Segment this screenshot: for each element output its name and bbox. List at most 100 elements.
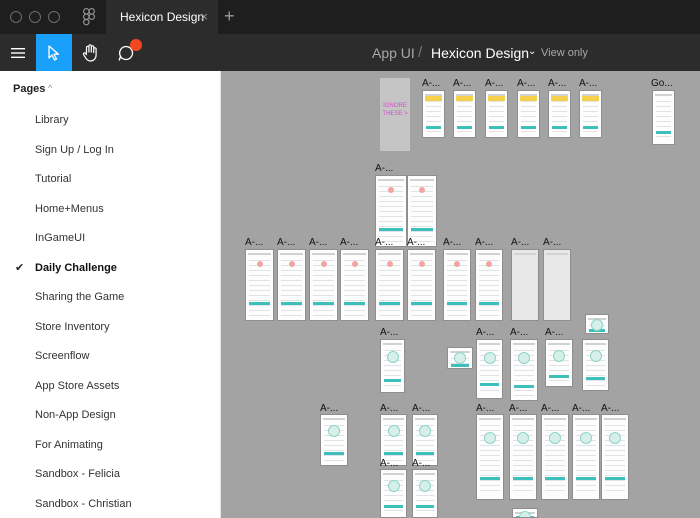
screen-frame[interactable] bbox=[277, 249, 306, 321]
frame-name-label[interactable]: A-... bbox=[475, 238, 493, 248]
frame-name-label[interactable]: A-... bbox=[412, 404, 430, 414]
breadcrumb: App UI / Hexicon Design ⌄ View only bbox=[0, 34, 700, 71]
page-item[interactable]: For Animating bbox=[0, 429, 220, 459]
frame-name-label[interactable]: A-... bbox=[511, 238, 529, 248]
frame-name-label[interactable]: A-... bbox=[517, 79, 535, 89]
figma-logo-icon[interactable] bbox=[83, 8, 95, 26]
frame-name-label[interactable]: A-... bbox=[485, 79, 503, 89]
screen-frame[interactable] bbox=[340, 249, 369, 321]
file-name-dropdown[interactable]: Hexicon Design bbox=[431, 45, 529, 61]
page-item[interactable]: Store Inventory bbox=[0, 311, 220, 341]
frame-name-label[interactable]: A-... bbox=[543, 238, 561, 248]
frame-name-label[interactable]: A-... bbox=[572, 404, 590, 414]
project-name-link[interactable]: App UI bbox=[372, 45, 415, 61]
page-item[interactable]: Library bbox=[0, 104, 220, 134]
pages-header[interactable]: Pages bbox=[13, 83, 45, 95]
screen-frame[interactable] bbox=[582, 339, 609, 391]
screen-frame[interactable] bbox=[309, 249, 338, 321]
screen-frame[interactable] bbox=[245, 249, 274, 321]
screen-frame[interactable] bbox=[548, 90, 571, 138]
page-item[interactable]: Screenflow bbox=[0, 340, 220, 370]
frame-name-label[interactable]: A-... bbox=[476, 328, 494, 338]
design-canvas[interactable]: IGNORE THESE > A-... A-... A-... A-... A-...… bbox=[221, 71, 700, 518]
frame-name-label[interactable]: A-... bbox=[545, 328, 563, 338]
frame-hex-graphic bbox=[553, 350, 565, 362]
frame-hex-graphic bbox=[519, 511, 531, 517]
screen-frame[interactable] bbox=[585, 314, 609, 334]
chevron-down-icon[interactable]: ⌄ bbox=[528, 46, 536, 57]
frame-name-label[interactable]: A-... bbox=[380, 459, 398, 469]
screen-frame[interactable] bbox=[443, 249, 471, 321]
page-item[interactable]: Sign Up / Log In bbox=[0, 134, 220, 164]
screen-frame[interactable] bbox=[407, 249, 436, 321]
frame-name-label[interactable]: A-... bbox=[340, 238, 358, 248]
page-item[interactable]: Tutorial bbox=[0, 163, 220, 193]
screen-frame[interactable] bbox=[412, 469, 438, 518]
frame-name-label[interactable]: A-... bbox=[422, 79, 440, 89]
screen-frame[interactable] bbox=[511, 249, 539, 321]
page-item[interactable]: Non-App Design bbox=[0, 399, 220, 429]
frame-name-label[interactable]: A-... bbox=[245, 238, 263, 248]
screen-frame[interactable] bbox=[572, 414, 600, 500]
frame-name-label[interactable]: A-... bbox=[443, 238, 461, 248]
frame-illustration bbox=[486, 261, 492, 267]
screen-frame[interactable] bbox=[475, 249, 503, 321]
page-item[interactable]: ✔ Daily Challenge bbox=[0, 252, 220, 282]
frame-name-label[interactable]: A-... bbox=[453, 79, 471, 89]
screen-frame[interactable] bbox=[375, 249, 404, 321]
screen-frame[interactable] bbox=[545, 339, 573, 387]
frame-name-label[interactable]: A-... bbox=[579, 79, 597, 89]
screen-frame[interactable] bbox=[320, 414, 348, 466]
frame-name-label[interactable]: A-... bbox=[375, 164, 393, 174]
screen-frame[interactable] bbox=[601, 414, 629, 500]
chevron-up-icon[interactable]: ^ bbox=[48, 83, 52, 93]
close-tab-icon[interactable]: × bbox=[200, 9, 208, 24]
frame-name-label[interactable]: A-... bbox=[510, 328, 528, 338]
frame-name-label[interactable]: A-... bbox=[476, 404, 494, 414]
screen-frame[interactable] bbox=[512, 508, 538, 518]
frame-name-label[interactable]: A-... bbox=[601, 404, 619, 414]
frame-teal-button bbox=[457, 126, 472, 129]
screen-frame[interactable] bbox=[541, 414, 569, 500]
page-item[interactable]: Sandbox - Felicia bbox=[0, 458, 220, 488]
frame-hex-graphic bbox=[517, 432, 529, 444]
page-item[interactable]: Home+Menus bbox=[0, 193, 220, 223]
frame-name-label[interactable]: A-... bbox=[380, 328, 398, 338]
screen-frame[interactable] bbox=[380, 469, 407, 518]
file-tab[interactable]: Hexicon Design × bbox=[106, 0, 218, 34]
screen-frame[interactable] bbox=[476, 339, 503, 399]
close-window-button[interactable] bbox=[10, 11, 22, 23]
screen-frame[interactable] bbox=[543, 249, 571, 321]
frame-name-label[interactable]: A-... bbox=[375, 238, 393, 248]
screen-frame[interactable] bbox=[422, 90, 445, 138]
page-item[interactable]: Sharing the Game bbox=[0, 281, 220, 311]
frame-name-label[interactable]: A-... bbox=[380, 404, 398, 414]
minimize-window-button[interactable] bbox=[29, 11, 41, 23]
screen-frame[interactable] bbox=[447, 347, 473, 369]
page-item[interactable]: InGameUI bbox=[0, 222, 220, 252]
ignore-note[interactable]: IGNORE THESE > bbox=[380, 78, 410, 151]
screen-frame[interactable] bbox=[517, 90, 540, 138]
frame-name-label[interactable]: A-... bbox=[412, 459, 430, 469]
zoom-window-button[interactable] bbox=[48, 11, 60, 23]
frame-name-label[interactable]: A-... bbox=[320, 404, 338, 414]
frame-name-label[interactable]: A-... bbox=[309, 238, 327, 248]
screen-frame[interactable] bbox=[380, 339, 405, 393]
screen-frame[interactable] bbox=[652, 90, 675, 145]
frame-name-label[interactable]: A-... bbox=[277, 238, 295, 248]
new-tab-button[interactable]: + bbox=[224, 6, 235, 26]
screen-frame[interactable] bbox=[453, 90, 476, 138]
screen-frame[interactable] bbox=[510, 339, 538, 401]
toolbar: App UI / Hexicon Design ⌄ View only bbox=[0, 34, 700, 71]
frame-name-label[interactable]: A-... bbox=[548, 79, 566, 89]
screen-frame[interactable] bbox=[579, 90, 602, 138]
page-item[interactable]: Sandbox - Christian bbox=[0, 488, 220, 518]
screen-frame[interactable] bbox=[509, 414, 537, 500]
screen-frame[interactable] bbox=[485, 90, 508, 138]
frame-name-label[interactable]: A-... bbox=[407, 238, 425, 248]
frame-name-label[interactable]: A-... bbox=[541, 404, 559, 414]
frame-name-label[interactable]: Go... bbox=[651, 79, 673, 89]
frame-name-label[interactable]: A-... bbox=[509, 404, 527, 414]
screen-frame[interactable] bbox=[476, 414, 504, 500]
page-item[interactable]: App Store Assets bbox=[0, 370, 220, 400]
